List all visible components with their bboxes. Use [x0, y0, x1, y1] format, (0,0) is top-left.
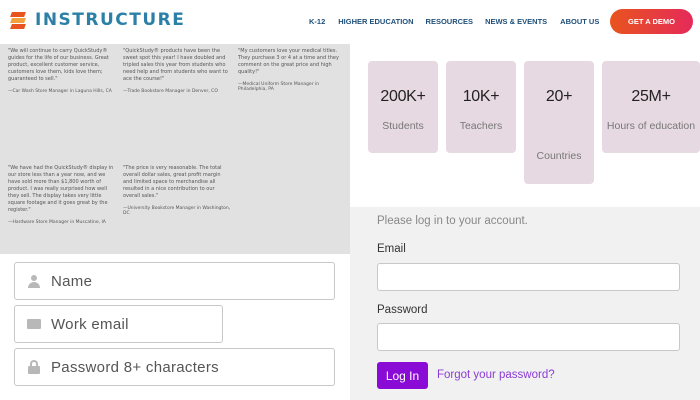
stat-card-students: 200K+ Students [368, 61, 438, 153]
stat-card-countries: 20+ Countries [524, 61, 594, 184]
signup-password-input[interactable]: Password 8+ characters [14, 348, 335, 386]
nav-k12[interactable]: K-12 [309, 17, 325, 26]
email-label: Email [377, 243, 406, 255]
testimonial-text: "We have had the QuickStudy® display in … [8, 165, 114, 213]
forgot-password-link[interactable]: Forgot your password? [437, 369, 555, 381]
stat-value: 200K+ [380, 88, 426, 105]
testimonial-text: "QuickStudy® products have been the swee… [123, 48, 228, 82]
testimonial-author: —Hardware Store Manager in Muscatine, IA [8, 220, 106, 225]
stat-label: Students [382, 120, 424, 132]
testimonial-text: "The price is very reasonable. The total… [123, 165, 222, 199]
stat-value: 20+ [545, 88, 573, 105]
login-password-field[interactable] [377, 323, 680, 351]
testimonial: "QuickStudy® products have been the swee… [123, 48, 231, 94]
stat-label: Countries [536, 150, 582, 162]
testimonial-text: "My customers love your medical titles. … [238, 48, 339, 75]
envelope-icon [27, 317, 41, 331]
testimonials-panel: "We will continue to carry QuickStudy® g… [0, 44, 350, 254]
logo[interactable]: INSTRUCTURE [9, 10, 185, 30]
nav-higher-education[interactable]: HIGHER EDUCATION [338, 17, 413, 26]
nav-about-us[interactable]: ABOUT US [560, 17, 599, 26]
testimonial: "My customers love your medical titles. … [238, 48, 346, 92]
stat-card-teachers: 10K+ Teachers [446, 61, 516, 153]
logo-text: INSTRUCTURE [35, 10, 186, 30]
site-header: INSTRUCTURE K-12 HIGHER EDUCATION RESOUR… [0, 0, 700, 44]
login-intro: Please log in to your account. [377, 215, 528, 227]
stat-label: Hours of education [606, 120, 696, 132]
login-email-field[interactable] [377, 263, 680, 291]
nav-news-events[interactable]: NEWS & EVENTS [485, 17, 547, 26]
work-email-placeholder: Work email [51, 315, 129, 333]
person-icon [27, 274, 41, 288]
testimonial: "The price is very reasonable. The total… [123, 165, 231, 216]
testimonial: "We will continue to carry QuickStudy® g… [8, 48, 116, 94]
password-placeholder: Password 8+ characters [51, 358, 219, 376]
logo-icon [9, 10, 29, 30]
main-nav: K-12 HIGHER EDUCATION RESOURCES NEWS & E… [309, 17, 599, 26]
password-label: Password [377, 304, 428, 316]
get-a-demo-button[interactable]: GET A DEMO [610, 9, 693, 34]
work-email-input[interactable]: Work email [14, 305, 223, 343]
testimonial-author: —Medical Uniform Store Manager in Philad… [238, 82, 320, 92]
log-in-button[interactable]: Log In [377, 362, 428, 389]
lock-icon [27, 360, 41, 374]
name-input[interactable]: Name [14, 262, 335, 300]
testimonial: "We have had the QuickStudy® display in … [8, 165, 116, 225]
page: INSTRUCTURE K-12 HIGHER EDUCATION RESOUR… [0, 0, 700, 400]
stat-label: Teachers [459, 120, 503, 132]
testimonial-text: "We will continue to carry QuickStudy® g… [8, 48, 109, 82]
stat-value: 10K+ [462, 88, 500, 105]
testimonial-author: —University Bookstore Manager in Washing… [123, 206, 231, 216]
name-placeholder: Name [51, 272, 93, 290]
testimonial-author: —Car Wash Store Manager in Laguna Hills,… [8, 89, 112, 94]
login-panel: Please log in to your account. Email Pas… [350, 207, 700, 400]
stat-card-hours: 25M+ Hours of education [602, 61, 700, 153]
nav-resources[interactable]: RESOURCES [426, 17, 474, 26]
testimonial-author: —Trade Bookstore Manager in Denver, CO [123, 89, 218, 94]
stat-value: 25M+ [631, 88, 671, 105]
